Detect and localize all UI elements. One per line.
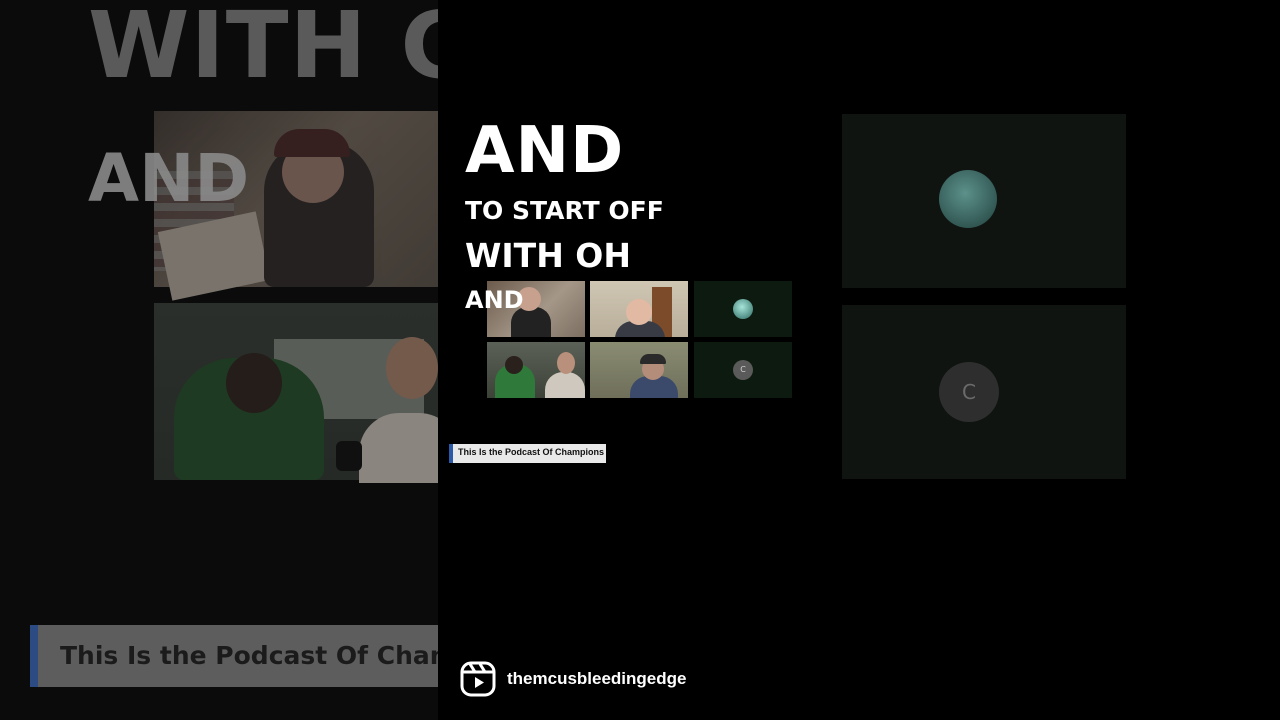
- participant-head: [626, 299, 652, 325]
- video-tile-guest-glasses[interactable]: [590, 281, 688, 337]
- channel-attribution[interactable]: themcusbleedingedge: [460, 660, 686, 698]
- caption-line-2: TO START OFF: [465, 196, 664, 225]
- background-guest-two-head: [386, 337, 438, 399]
- participant-body: [545, 372, 585, 398]
- background-small-word: AND: [88, 140, 250, 217]
- reels-icon: [460, 661, 496, 697]
- lower-third-text: This Is the Podcast Of Champions: [458, 447, 605, 457]
- background-person-cap: [274, 129, 350, 157]
- background-banner-text: This Is the Podcast Of Champions: [60, 641, 438, 670]
- lower-third-banner: This Is the Podcast Of Champions: [449, 444, 606, 463]
- participant-cap: [640, 354, 666, 364]
- background-big-word: WITH C: [88, 0, 438, 99]
- caption-line-3: WITH OH: [465, 236, 631, 275]
- background-right-tile-top: [842, 114, 1126, 288]
- background-microphone: [336, 441, 362, 471]
- background-guest-two: [359, 413, 438, 483]
- background-video-tile-guests: [154, 303, 438, 483]
- background-left-blur: WITH C AND This Is the Podcast Of Champi…: [0, 0, 438, 720]
- background-avatar-letter: C: [939, 362, 999, 422]
- video-tile-guest-cap[interactable]: [590, 342, 688, 398]
- participant-head: [505, 356, 523, 374]
- channel-name[interactable]: themcusbleedingedge: [507, 669, 686, 689]
- video-tile-two-guests[interactable]: [487, 342, 585, 398]
- background-right-tile-bottom: C: [842, 305, 1126, 479]
- background-banner: This Is the Podcast Of Champions: [30, 625, 438, 687]
- caption-line-1: AND: [465, 114, 625, 188]
- background-avatar-image: [939, 170, 997, 228]
- participant-head: [557, 352, 575, 374]
- participant-avatar-letter: C: [733, 360, 753, 380]
- participant-avatar-icon: [733, 299, 753, 319]
- video-tile-avatar-image[interactable]: [694, 281, 792, 337]
- background-guest-one-head: [226, 353, 282, 413]
- caption-line-4: AND: [465, 286, 524, 314]
- video-call-grid: C: [487, 281, 793, 398]
- video-tile-avatar-letter[interactable]: C: [694, 342, 792, 398]
